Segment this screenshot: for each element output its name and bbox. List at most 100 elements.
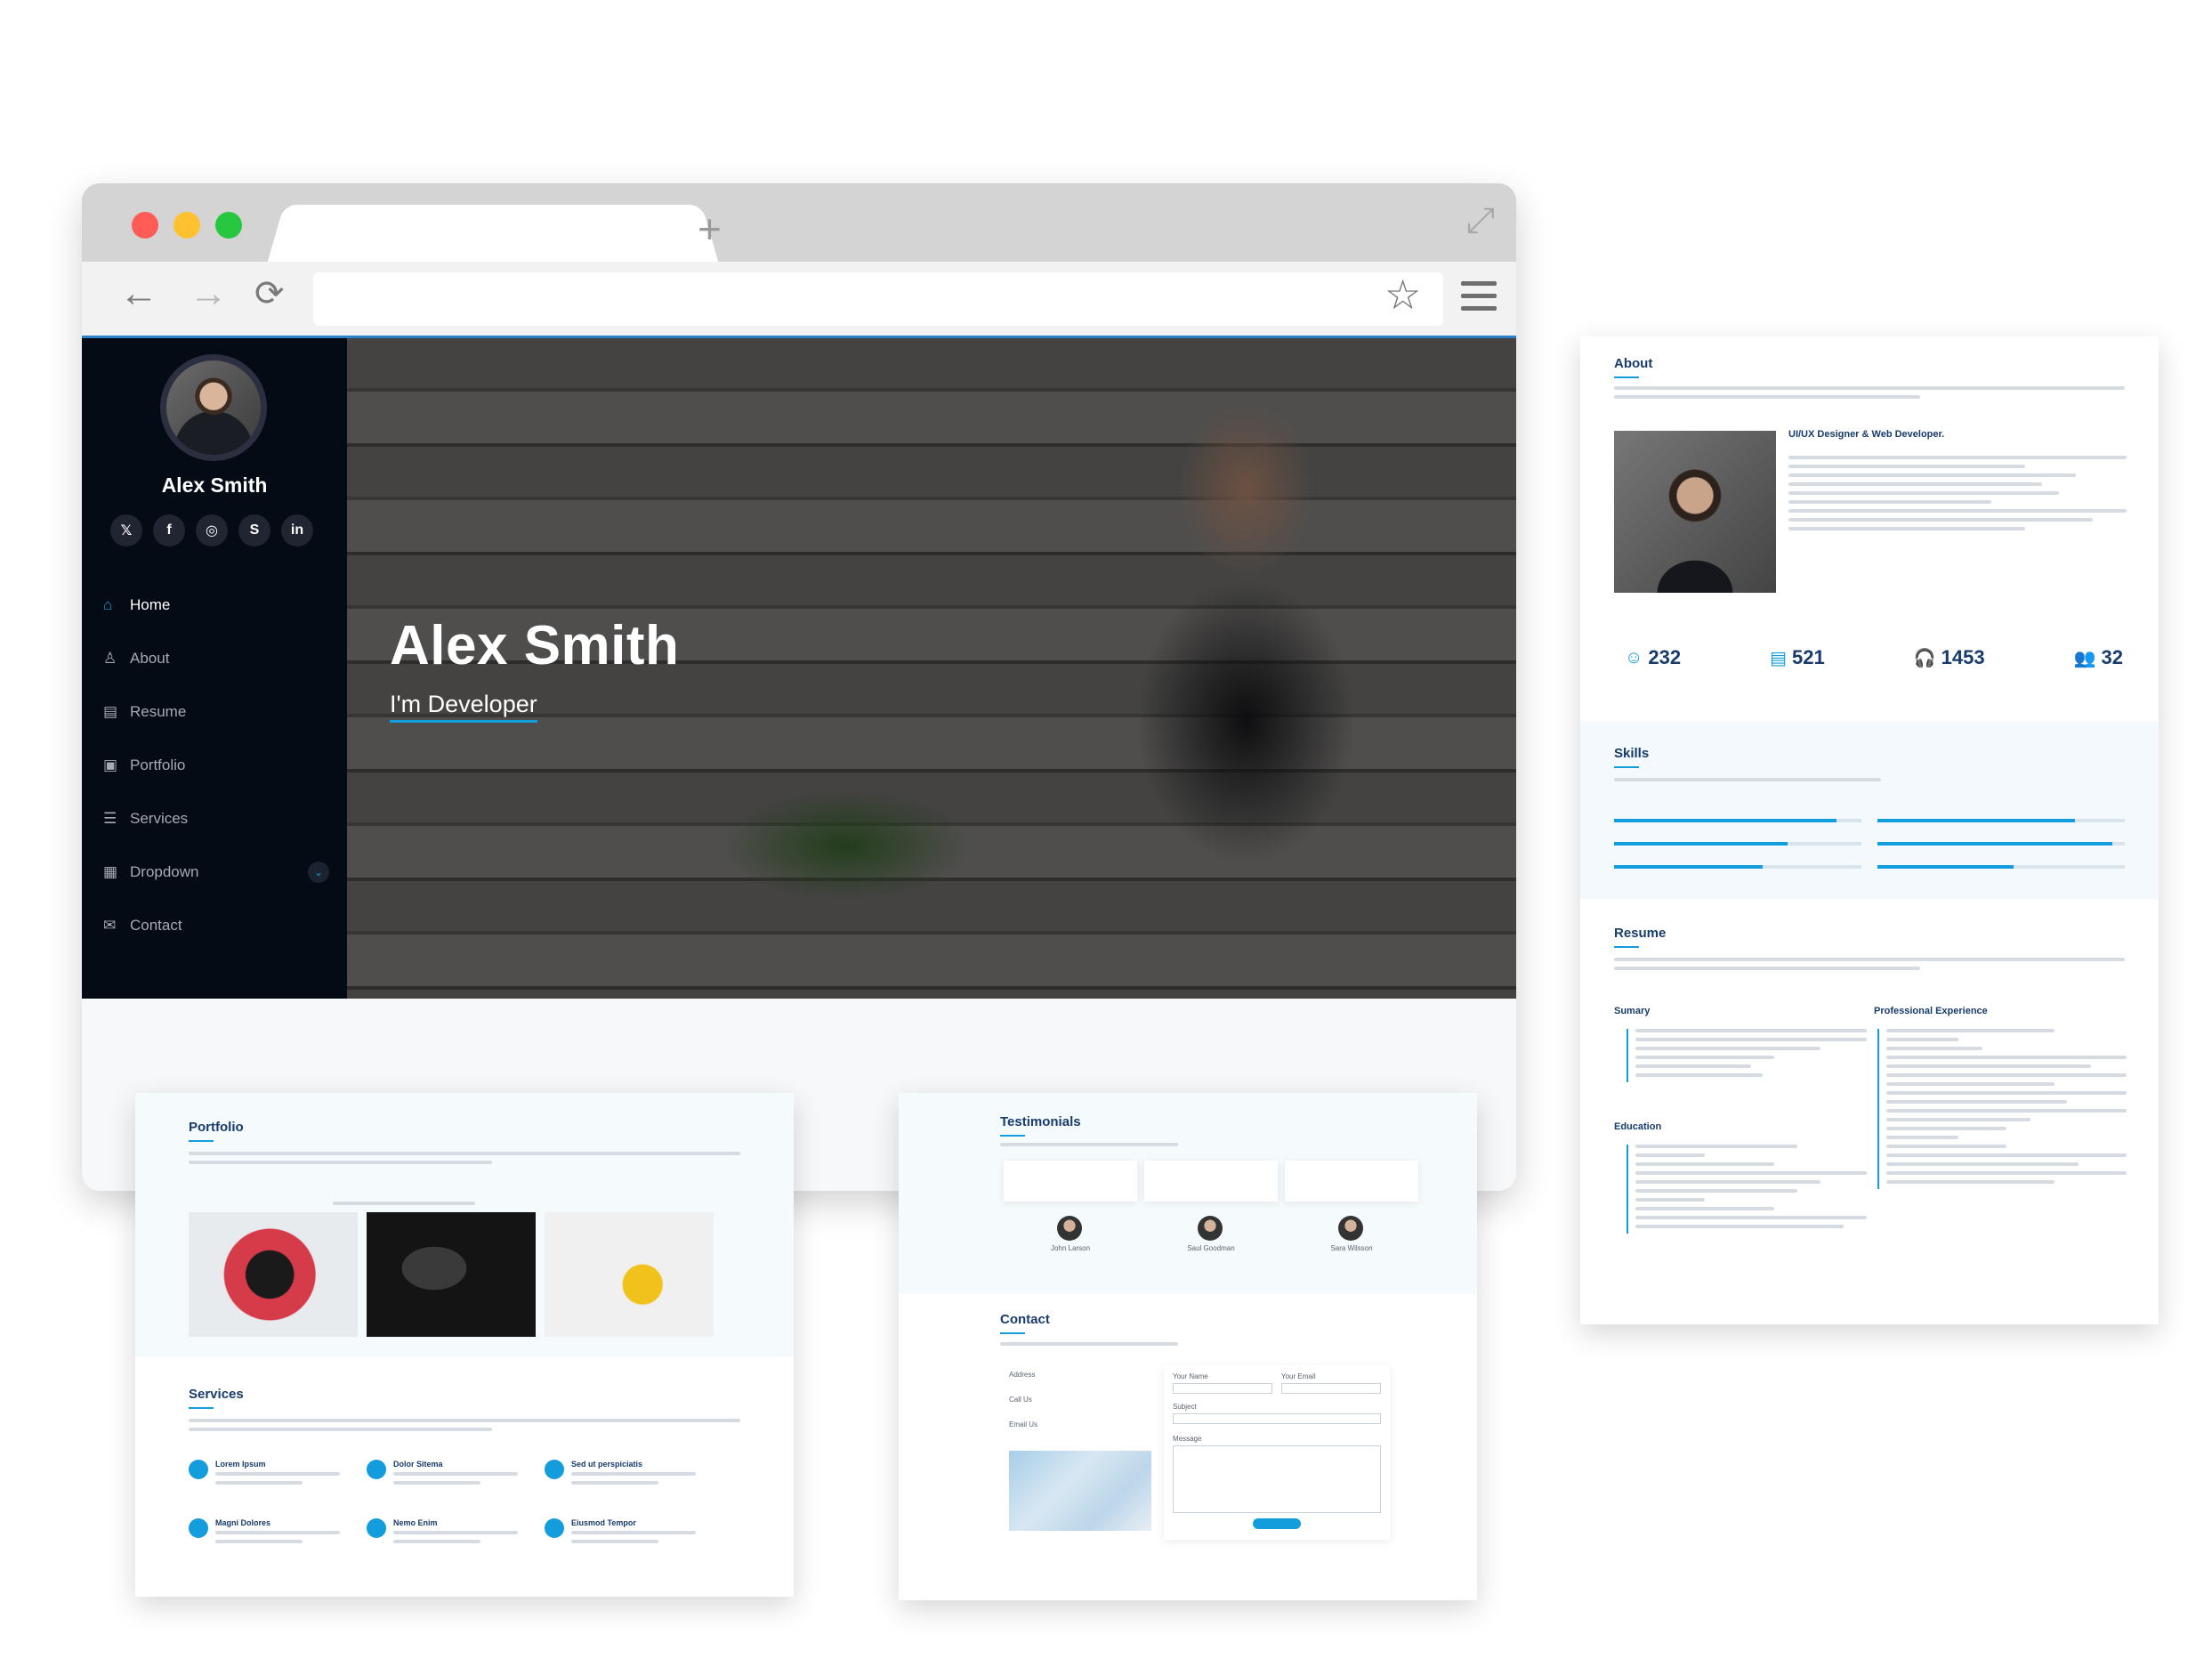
card-checklist-icon (367, 1460, 386, 1479)
contact-map[interactable] (1009, 1451, 1151, 1531)
images-icon: ▣ (103, 757, 118, 773)
skill-bar (1877, 865, 2125, 869)
email-field[interactable] (1281, 1383, 1381, 1394)
chevron-down-icon[interactable]: ⌄ (308, 862, 329, 883)
portfolio-filters[interactable] (333, 1202, 475, 1210)
address-bar[interactable] (313, 272, 1443, 326)
skill-bar (1877, 819, 2125, 822)
expand-icon[interactable]: ⤢ (1466, 201, 1495, 241)
portfolio-text (189, 1152, 740, 1169)
stats-counters: ☺ 232 ▤ 521 🎧 1453 👥 32 (1625, 646, 2123, 669)
portfolio-item-camera[interactable] (367, 1212, 536, 1337)
skill-bar (1877, 842, 2125, 846)
calendar-icon (545, 1518, 564, 1538)
new-tab-icon[interactable]: + (698, 208, 722, 249)
bar-chart-icon (545, 1460, 564, 1479)
hdd-stack-icon: ☰ (103, 810, 117, 827)
service-item: Magni Dolores (189, 1518, 349, 1549)
sidebar-item-services[interactable]: ☰ Services (103, 792, 335, 846)
testimonial-quote (1285, 1161, 1418, 1202)
resume-summary-heading: Sumary (1614, 1006, 1651, 1016)
facebook-icon[interactable]: f (153, 514, 185, 546)
reload-icon[interactable]: ⟳ (254, 276, 285, 312)
contact-address-label: Address (1009, 1371, 1036, 1379)
sidebar-item-about[interactable]: ♙ About (103, 632, 335, 685)
sidebar-nav: ⌂ Home ♙ About ▤ Resume ▣ Portfolio ☰ Se… (103, 579, 335, 952)
subject-field[interactable] (1173, 1413, 1381, 1424)
name-field[interactable] (1173, 1383, 1272, 1394)
about-role: UI/UX Designer & Web Developer. (1788, 429, 1945, 440)
active-tab[interactable] (292, 205, 694, 262)
instagram-icon[interactable]: ◎ (196, 514, 228, 546)
hero-title: Alex Smith (390, 615, 680, 676)
hamburger-menu-icon[interactable] (1461, 281, 1497, 312)
binoculars-icon (189, 1518, 208, 1538)
about-page-preview: About UI/UX Designer & Web Developer. ☺ 2… (1580, 336, 2159, 1324)
services-text (189, 1419, 740, 1436)
browser-window: + ⤢ ← → ⟳ ☆ Alex Smith 𝕏 f ◎ S in ⌂ Home (82, 183, 1516, 1191)
sidebar-item-label: About (130, 650, 170, 667)
avatar (160, 354, 267, 461)
sidebar-item-label: Contact (130, 917, 182, 934)
about-photo (1614, 431, 1776, 593)
skype-icon[interactable]: S (238, 514, 270, 546)
forward-arrow-icon[interactable]: → (189, 274, 228, 313)
your-email-label: Your Email (1281, 1372, 1316, 1380)
counter-workers: 👥 32 (2073, 646, 2123, 668)
back-arrow-icon[interactable]: ← (119, 274, 158, 313)
sidebar-item-label: Portfolio (130, 757, 186, 773)
sidebar-item-label: Services (130, 810, 189, 827)
activity-icon (189, 1460, 208, 1479)
skill-bar (1614, 819, 1861, 822)
envelope-icon: ✉ (103, 917, 117, 934)
sidebar-item-label: Dropdown (130, 863, 199, 880)
brightness-icon (367, 1518, 386, 1538)
house-icon: ⌂ (103, 596, 113, 613)
testimonials-title: Testimonials (1000, 1114, 1081, 1137)
sidebar-item-home[interactable]: ⌂ Home (103, 579, 335, 632)
x-icon[interactable]: 𝕏 (110, 514, 142, 546)
sidebar-item-contact[interactable]: ✉ Contact (103, 899, 335, 952)
avatar (1057, 1216, 1082, 1241)
service-item: Dolor Sitema (367, 1460, 527, 1490)
portfolio-page-preview: Portfolio Services Lorem Ipsum Dolor Sit… (135, 1093, 794, 1597)
social-links: 𝕏 f ◎ S in (110, 514, 324, 546)
journal-icon: ▤ (1770, 648, 1788, 668)
testimonials-page-preview: Testimonials John Larson Saul Goodman Sa… (899, 1093, 1477, 1600)
minimize-window-button[interactable] (174, 212, 200, 239)
portfolio-item-lamp[interactable] (545, 1212, 714, 1337)
bookmark-star-icon[interactable]: ☆ (1385, 274, 1421, 315)
contact-email-label: Email Us (1009, 1420, 1038, 1428)
page-viewport: Alex Smith 𝕏 f ◎ S in ⌂ Home ♙ About ▤ R… (82, 338, 1516, 999)
resume-experience-heading: Professional Experience (1874, 1006, 1988, 1016)
resume-summary (1627, 1029, 1867, 1082)
contact-title: Contact (1000, 1312, 1050, 1334)
skills-title: Skills (1614, 746, 1649, 768)
hero-subtitle: I'm Developer (390, 691, 537, 723)
sidebar-item-portfolio[interactable]: ▣ Portfolio (103, 739, 335, 792)
browser-toolbar: ← → ⟳ ☆ (82, 262, 1516, 338)
service-item: Nemo Enim (367, 1518, 527, 1549)
testimonials-text (1000, 1143, 1178, 1152)
sidebar-item-label: Home (130, 596, 171, 613)
person-icon: ♙ (103, 650, 117, 667)
message-field[interactable] (1173, 1445, 1381, 1513)
resume-education-heading: Education (1614, 1121, 1662, 1132)
linkedin-icon[interactable]: in (281, 514, 313, 546)
skills-section (1580, 721, 2159, 899)
resume-education (1627, 1145, 1867, 1234)
send-message-button[interactable] (1253, 1518, 1301, 1529)
portfolio-title: Portfolio (189, 1120, 244, 1142)
maximize-window-button[interactable] (215, 212, 242, 239)
file-icon: ▤ (103, 703, 118, 720)
contact-call-label: Call Us (1009, 1396, 1032, 1404)
about-title: About (1614, 356, 1652, 378)
sidebar-item-resume[interactable]: ▤ Resume (103, 685, 335, 739)
sidebar-item-dropdown[interactable]: ▦ Dropdown ⌄ (103, 846, 335, 899)
about-text (1614, 386, 2125, 404)
avatar (1198, 1216, 1223, 1241)
avatar (1338, 1216, 1363, 1241)
close-window-button[interactable] (132, 212, 158, 239)
portfolio-item-watch[interactable] (189, 1212, 358, 1337)
headset-icon: 🎧 (1913, 648, 1936, 668)
